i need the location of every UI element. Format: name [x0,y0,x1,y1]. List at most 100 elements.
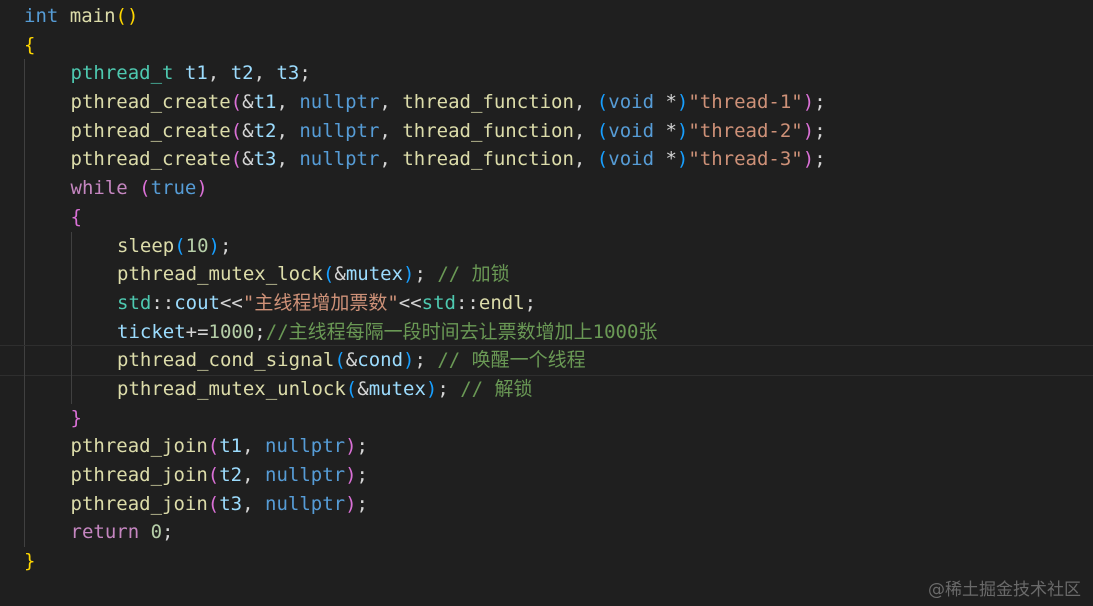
code-token: ; [814,91,826,114]
code-token: , [276,91,300,114]
code-token: ( [230,148,243,171]
code-line[interactable]: while (true) [24,174,1093,203]
code-token: ( [230,91,243,114]
code-line[interactable]: ticket+=1000;//主线程每隔一段时间去让票数增加上1000张 [24,317,1093,347]
code-token: ( [174,234,186,257]
code-token: 0 [150,521,163,544]
code-line[interactable]: return 0; [24,518,1093,548]
code-line[interactable]: pthread_t t1, t2, t3; [24,59,1093,89]
code-line[interactable]: std::cout<<"主线程增加票数"<<std::endl; [24,288,1093,318]
code-token: ( [230,119,243,142]
code-token: ; [356,435,368,458]
code-token: pthread_create [70,148,231,171]
code-line-content: pthread_t t1, t2, t3; [24,62,311,84]
code-token: * [654,119,677,142]
code-token: void [608,119,655,142]
code-token: ( [334,349,346,372]
code-token: , [379,91,403,114]
indent-guide [24,202,25,232]
code-token: ) [802,148,815,171]
code-editor[interactable]: int main(){pthread_t t1, t2, t3; pthread_… [0,0,1093,606]
code-token: ; [524,291,537,314]
code-token: int [24,5,59,27]
code-token: ) [345,464,357,486]
code-token: ) [802,91,815,114]
code-line-content: return 0; [24,521,174,543]
indent-guide [24,403,25,433]
code-token: nullptr [265,435,346,458]
code-line[interactable]: pthread_create(&t1, nullptr, thread_func… [24,88,1093,117]
code-token: "thread-3" [688,148,803,171]
code-token: ( [322,263,335,286]
code-token: t3 [219,492,243,515]
code-token: ; [414,349,438,372]
code-line[interactable]: { [24,202,1093,232]
code-token: & [242,91,254,114]
code-token: thread_function [402,119,574,142]
code-line[interactable]: pthread_create(&t2, nullptr, thread_func… [24,116,1093,146]
code-line[interactable]: pthread_mutex_unlock(&mutex); // 解锁 [24,374,1093,404]
code-token: , [276,148,300,171]
indent-guide [70,288,72,318]
code-token: pthread_create [70,91,231,114]
code-token: t2 [219,464,243,486]
code-token: ) [196,177,208,200]
code-token: cond [357,349,404,372]
code-token: ) [676,119,689,142]
code-token: pthread_join [70,464,208,486]
code-token: ( [139,177,151,200]
code-line-content: } [24,550,35,572]
indent-guide [24,145,25,175]
code-token: } [70,406,82,429]
indent-guide [24,489,25,519]
code-token: pthread_join [70,435,208,458]
code-line[interactable]: sleep(10); [24,231,1093,261]
code-line-content: pthread_mutex_lock(&mutex); // 加锁 [24,263,510,285]
code-line-content: pthread_create(&t1, nullptr, thread_func… [24,91,826,113]
indent-guide [24,59,25,89]
code-token: ) [345,492,357,515]
code-token: main [69,5,116,27]
code-line-content: pthread_mutex_unlock(&mutex); // 解锁 [24,378,533,400]
code-line[interactable]: pthread_join(t3, nullptr); [24,489,1093,519]
code-token: ; [414,263,438,286]
code-token: t1 [253,91,277,114]
code-token: * [654,91,677,114]
code-token: true [150,177,197,200]
code-token: ; [814,148,826,171]
indent-guide [24,231,25,261]
code-token: ; [254,320,266,343]
code-token: pthread_t [70,62,174,85]
code-line[interactable]: pthread_mutex_lock(&mutex); // 加锁 [24,260,1093,289]
code-token: ticket [117,320,186,343]
indent-guide [24,317,25,347]
code-line[interactable]: pthread_create(&t3, nullptr, thread_func… [24,145,1093,175]
indent-guide [24,432,25,461]
indent-guide [24,260,25,289]
indent-guide [70,346,72,375]
code-line[interactable]: pthread_join(t1, nullptr); [24,432,1093,461]
code-token: while [70,177,128,200]
code-line[interactable]: pthread_join(t2, nullptr); [24,461,1093,490]
indent-guide [24,518,25,548]
code-line[interactable]: } [24,403,1093,433]
indent-guide [70,231,72,261]
code-token: //主线程每隔一段时间去让票数增加上1000张 [265,320,658,343]
code-token: ; [437,377,461,400]
code-token: ( [207,464,220,486]
code-token: t2 [253,119,277,142]
code-token: 1000 [208,320,255,343]
code-line[interactable]: int main() [24,2,1093,31]
code-token: nullptr [299,148,380,171]
code-token: { [24,33,36,56]
code-token: , [379,148,403,171]
code-line[interactable]: } [24,547,1093,576]
code-area[interactable]: int main(){pthread_t t1, t2, t3; pthread_… [0,2,1093,576]
indent-guide [70,374,72,404]
code-line[interactable]: pthread_cond_signal(&cond); // 唤醒一个线程 [0,345,1093,376]
code-line[interactable]: { [24,31,1093,60]
code-token: ) [403,263,415,286]
code-token: nullptr [265,464,346,486]
